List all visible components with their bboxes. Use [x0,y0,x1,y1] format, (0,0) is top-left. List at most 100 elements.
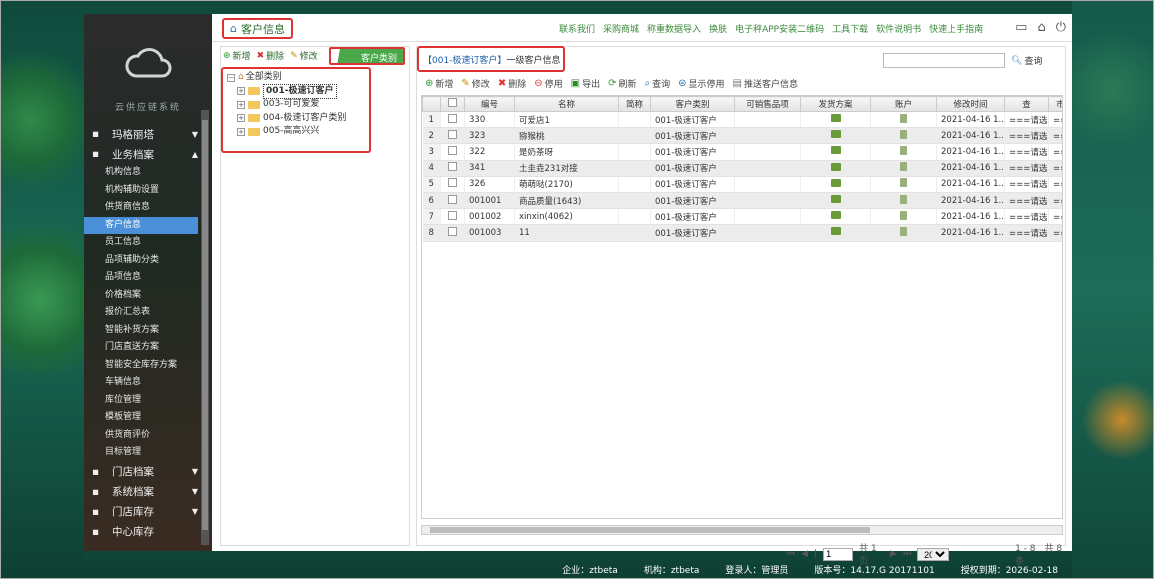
table-row[interactable]: 6 001001 商品质量(1643) 001-极速订客户 2021-04-16 1..… [422,192,1062,210]
sidebar-item[interactable]: 报价汇总表 [84,304,212,322]
table-row[interactable]: 2 323猕猴桃 001-极速订客户 2021-04-16 1...===请选...=… [422,127,1062,145]
row-checkbox[interactable] [448,113,457,123]
menu-group-center-stock[interactable]: ▪ 中心库存 [84,522,212,542]
wallet-icon[interactable] [900,194,907,204]
wallet-icon[interactable] [900,129,907,139]
sidebar-item[interactable]: 价格档案 [84,287,212,305]
refresh-button[interactable]: ⟳ 刷新 [608,77,636,90]
collapse-icon[interactable]: − [227,73,235,82]
query-button[interactable]: ⌕ 查询 [645,77,671,90]
row-checkbox[interactable] [448,178,457,188]
row-checkbox[interactable] [448,194,457,204]
wallet-icon[interactable] [900,145,907,155]
column-header[interactable]: 账户 [870,96,937,112]
tree-root[interactable]: − ⌂ 全部类别 [227,71,365,85]
truck-icon[interactable] [830,178,841,187]
header-checkbox[interactable] [440,96,465,112]
sidebar-item[interactable]: 机构辅助设置 [84,182,212,200]
table-row[interactable]: 8 00100311 001-极速订客户 2021-04-16 1...===请选..… [422,224,1062,242]
sidebar-item[interactable]: 品项信息 [84,269,212,287]
next-page-icon[interactable]: ▶ [890,549,897,559]
sidebar-item[interactable]: 模板管理 [84,409,212,427]
sidebar-scrollbar[interactable] [201,110,209,545]
scrollbar-thumb[interactable] [202,120,208,530]
menu-group-store[interactable]: ▪ 门店档案 ▼ [84,462,212,482]
prev-page-icon[interactable]: ◀ [801,549,808,559]
link-manual[interactable]: 软件说明书 [876,22,921,35]
column-header[interactable]: 市 [1048,96,1062,112]
wallet-icon[interactable] [900,210,907,220]
truck-icon[interactable] [830,162,841,171]
row-checkbox[interactable] [448,162,457,172]
tree-node[interactable]: +003-可可爱爱 [227,98,365,112]
power-icon[interactable]: ⏻ [1056,20,1066,35]
sidebar-item[interactable]: 智能安全库存方案 [84,357,212,375]
menu-group-margarita[interactable]: ▪ 玛格丽塔 ▼ [84,124,212,144]
link-quickstart[interactable]: 快速上手指南 [929,22,983,35]
column-header[interactable]: 发货方案 [800,96,871,112]
table-row[interactable]: 1 330可爱店1 001-极速订客户 2021-04-16 1...===请选...… [422,111,1062,129]
sidebar-item[interactable]: 供货商评价 [84,427,212,445]
last-page-icon[interactable]: ⏭ [903,549,911,559]
sidebar-item[interactable]: 机构信息 [84,164,212,182]
sidebar-item[interactable]: 库位管理 [84,392,212,410]
tree-node[interactable]: +001-极速订客户 [227,83,365,99]
sidebar-item[interactable]: 供货商信息 [84,199,212,217]
delete-button[interactable]: ✖ 删除 [498,77,526,90]
sidebar-item[interactable]: 员工信息 [84,234,212,252]
category-delete-button[interactable]: ✖ 删除 [257,49,285,63]
truck-icon[interactable] [830,195,841,204]
tree-node[interactable]: +005-高高兴兴 [227,125,365,139]
column-header[interactable]: 可销售品项 [734,96,801,112]
table-row[interactable]: 7 001002 xinxin(4062) 001-极速订客户 2021-04-16 1… [422,208,1062,226]
add-button[interactable]: ⊕ 新增 [425,77,453,90]
sidebar-item-active[interactable]: 客户信息 [84,216,198,234]
link-skin[interactable]: 换肤 [709,22,727,35]
expand-icon[interactable]: + [237,100,245,109]
search-input[interactable] [883,53,1005,68]
row-checkbox[interactable] [448,226,457,236]
row-checkbox[interactable] [448,129,457,139]
expand-icon[interactable]: + [237,127,245,136]
truck-icon[interactable] [830,227,841,236]
truck-icon[interactable] [830,211,841,220]
wallet-icon[interactable] [900,113,907,123]
column-header[interactable]: 名称 [514,96,619,112]
show-disabled-button[interactable]: ⊜ 显示停用 [678,77,724,90]
menu-group-business[interactable]: ▪ 业务档案 ▲ [84,144,212,164]
column-header[interactable]: 查 [1004,96,1049,112]
table-row[interactable]: 5 326 萌萌哒(2170) 001-极速订客户 2021-04-16 1... ===… [422,176,1062,193]
first-page-icon[interactable]: ⏮ [787,549,795,559]
export-button[interactable]: ▣ 导出 [571,77,600,90]
row-checkbox[interactable] [448,210,457,220]
column-header[interactable]: 编号 [464,96,515,112]
expand-icon[interactable]: + [237,114,245,123]
tree-node[interactable]: +004-极速订客户类别 [227,112,365,126]
link-scale-app[interactable]: 电子秤APP安装二维码 [735,22,824,35]
edit-button[interactable]: ✎ 修改 [461,77,489,90]
link-mall[interactable]: 采购商城 [603,22,639,35]
link-weigh-import[interactable]: 称重数据导入 [647,22,701,35]
home-button-icon[interactable]: ⌂ [1037,20,1045,35]
menu-group-store-stock[interactable]: ▪ 门店库存 ▼ [84,502,212,522]
truck-icon[interactable] [830,114,841,123]
link-tools[interactable]: 工具下载 [832,22,868,35]
table-row[interactable]: 3 322是奶茶呀 001-极速订客户 2021-04-16 1...===请选...… [422,143,1062,161]
sidebar-item[interactable]: 品项辅助分类 [84,252,212,270]
sidebar-item[interactable]: 目标管理 [84,444,212,462]
menu-group-system[interactable]: ▪ 系统档案 ▼ [84,482,212,502]
truck-icon[interactable] [830,130,841,139]
truck-icon[interactable] [830,146,841,155]
sidebar-item[interactable]: 门店直送方案 [84,339,212,357]
wallet-icon[interactable] [900,178,907,188]
disable-button[interactable]: ⊖ 停用 [534,77,562,90]
sidebar-item[interactable]: 智能补货方案 [84,322,212,340]
scrollbar-thumb[interactable] [430,527,870,533]
table-row[interactable]: 4 341 土圭垚231对接 001-极速订客户 2021-04-16 1... ===请… [422,160,1062,177]
expand-icon[interactable]: + [237,87,245,96]
wallet-icon[interactable] [900,226,907,236]
link-contact[interactable]: 联系我们 [559,22,595,35]
push-customer-button[interactable]: ▤ 推送客户信息 [733,77,798,90]
select-all-checkbox[interactable] [448,98,457,107]
page-size-select[interactable]: 20 [917,547,950,561]
